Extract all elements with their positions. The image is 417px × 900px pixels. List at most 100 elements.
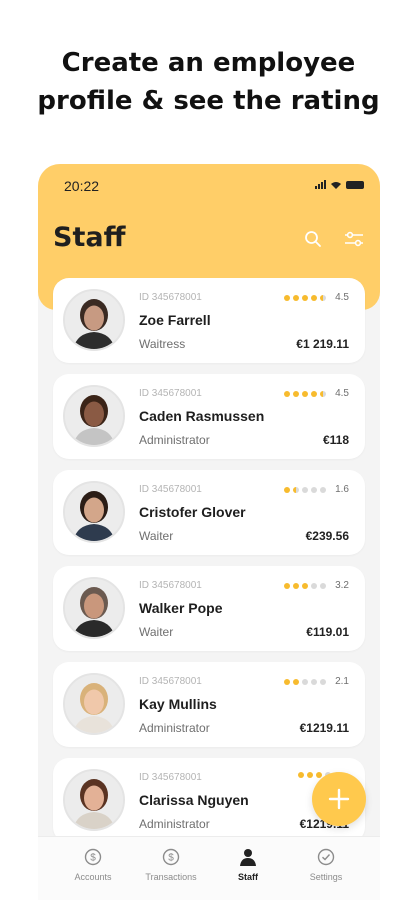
staff-card[interactable]: ID 345678001 3.2 Walker Pope Waiter €119… [53,566,365,651]
rating-dot [284,294,291,301]
staff-card[interactable]: ID 345678001 4.5 Zoe Farrell Waitress €1… [53,278,365,363]
avatar [63,769,125,831]
rating-dot [311,294,318,301]
rating-value: 3.2 [335,580,349,591]
employee-amount: €118 [322,433,349,447]
svg-text:$: $ [168,853,174,864]
phone-screen: 20:22 Staff ID 345678001 4.5 Zoe Farrell… [38,164,380,900]
avatar [63,481,125,543]
employee-name: Clarissa Nguyen [139,792,249,808]
tab-staff[interactable]: Staff [208,847,288,882]
employee-id: ID 345678001 [139,484,202,495]
rating-value: 2.1 [335,676,349,687]
rating-dot [302,486,309,493]
employee-role: Waiter [139,625,174,639]
tab-settings[interactable]: Settings [286,847,366,882]
employee-role: Waiter [139,529,174,543]
plus-icon [328,788,350,810]
employee-id: ID 345678001 [139,292,202,303]
search-button[interactable] [302,228,324,250]
filter-button[interactable] [343,228,365,250]
portrait-image [65,483,123,541]
rating-value: 4.5 [335,388,349,399]
rating-dot [320,390,327,397]
portrait-image [65,291,123,349]
rating-dot [293,390,300,397]
rating-dot [298,772,304,778]
avatar [63,577,125,639]
employee-amount: €239.56 [305,529,349,543]
headline: Create an employee profile & see the rat… [0,44,417,120]
rating-dot [311,582,318,589]
bottom-tab-bar: $ Accounts $ Transactions Staff Settings [38,836,380,900]
battery-icon [346,181,364,189]
staff-card[interactable]: ID 345678001 1.6 Cristofer Glover Waiter… [53,470,365,555]
portrait-image [65,387,123,445]
rating-dot [284,678,291,685]
rating: 2.1 [284,676,349,687]
rating-value: 4.5 [335,292,349,303]
employee-name: Cristofer Glover [139,504,246,520]
staff-card[interactable]: ID 345678001 4.5 Caden Rasmussen Adminis… [53,374,365,459]
rating-dot [320,294,327,301]
filter-sliders-icon [345,231,363,247]
svg-text:$: $ [90,853,96,864]
rating-dot [302,582,309,589]
avatar [63,385,125,447]
employee-name: Caden Rasmussen [139,408,265,424]
rating-dot [320,486,327,493]
rating-dot [302,390,309,397]
employee-id: ID 345678001 [139,772,202,783]
rating-dot [311,390,318,397]
employee-amount: €1219.11 [299,721,349,735]
employee-id: ID 345678001 [139,580,202,591]
portrait-image [65,675,123,733]
employee-name: Zoe Farrell [139,312,211,328]
rating-dot [311,678,318,685]
rating-dot [307,772,313,778]
person-icon [238,847,258,867]
tab-transactions[interactable]: $ Transactions [131,847,211,882]
rating-dot [293,294,300,301]
search-icon [305,231,321,247]
employee-role: Waitress [139,337,186,351]
tab-label: Transactions [145,872,197,882]
rating-dot [284,582,291,589]
portrait-image [65,771,123,829]
rating-dot [284,486,291,493]
rating-dot [293,582,300,589]
tab-label: Settings [309,872,343,882]
rating: 4.5 [284,388,349,399]
add-employee-button[interactable] [312,772,366,826]
headline-line-2: profile & see the rating [37,86,380,116]
rating-dot [320,678,327,685]
rating-value: 1.6 [335,484,349,495]
employee-amount: €119.01 [306,625,349,639]
rating-dot [284,390,291,397]
employee-role: Administrator [139,817,210,831]
tab-accounts[interactable]: $ Accounts [53,847,133,882]
tab-label: Accounts [74,872,112,882]
status-time: 20:22 [64,178,100,194]
rating: 3.2 [284,580,349,591]
rating-dot [293,678,300,685]
rating: 4.5 [284,292,349,303]
rating-dot [302,294,309,301]
check-circle-icon [316,847,336,867]
dollar-circle-icon: $ [161,847,181,867]
rating-dot [302,678,309,685]
employee-amount: €1 219.11 [296,337,349,351]
employee-role: Administrator [139,433,210,447]
rating-dot [320,582,327,589]
signal-icon [315,180,326,189]
staff-card[interactable]: ID 345678001 2.1 Kay Mullins Administrat… [53,662,365,747]
avatar [63,673,125,735]
page-title: Staff [53,222,126,253]
tab-label: Staff [238,872,258,882]
employee-name: Walker Pope [139,600,223,616]
rating-dot [293,486,300,493]
avatar [63,289,125,351]
employee-id: ID 345678001 [139,388,202,399]
wifi-icon [331,182,341,189]
employee-name: Kay Mullins [139,696,217,712]
